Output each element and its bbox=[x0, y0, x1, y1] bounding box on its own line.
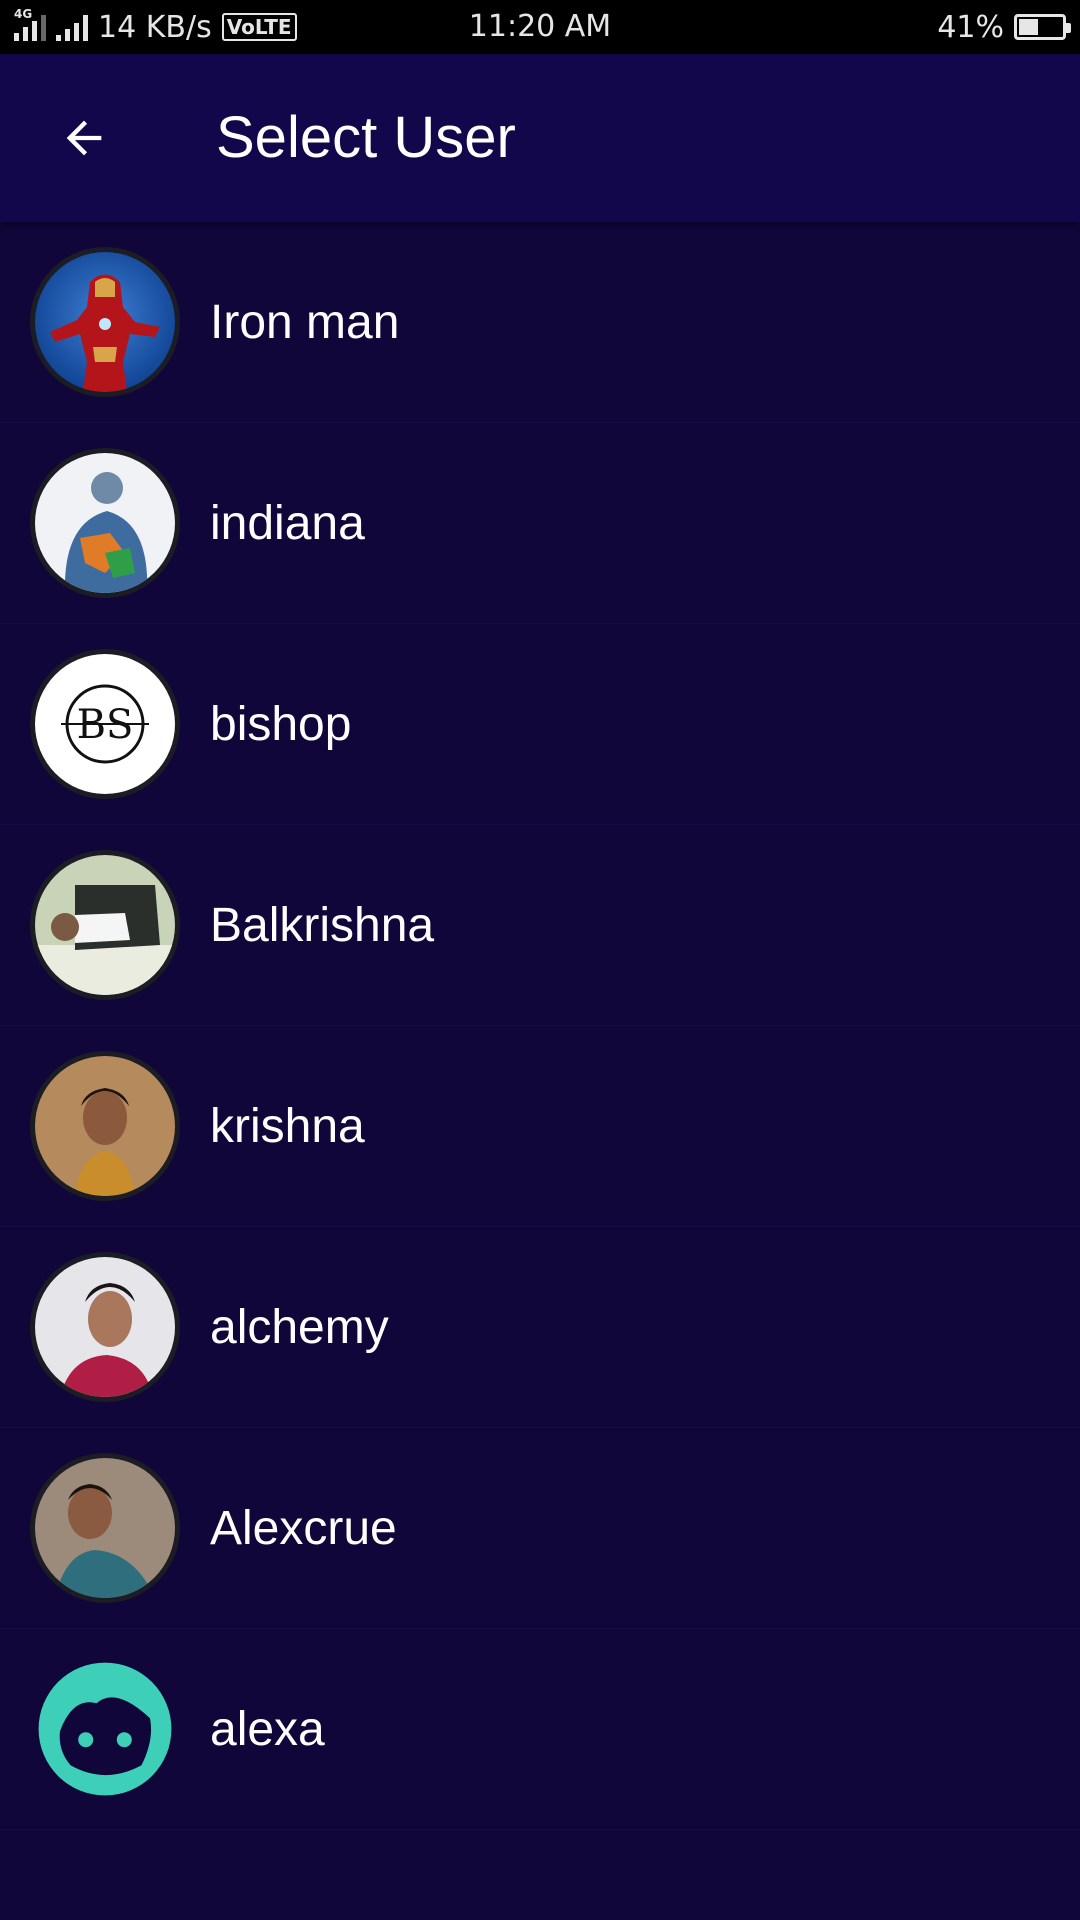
user-row-krishna[interactable]: krishna bbox=[0, 1026, 1080, 1227]
alexcrue-avatar-image bbox=[35, 1458, 175, 1598]
bishop-logo-text: BS bbox=[77, 702, 134, 748]
avatar bbox=[30, 1252, 180, 1402]
avatar bbox=[30, 1654, 180, 1804]
battery-fill bbox=[1019, 19, 1038, 35]
user-name: Balkrishna bbox=[210, 898, 435, 952]
iron-man-avatar-image bbox=[35, 252, 175, 392]
user-row-balkrishna[interactable]: Balkrishna bbox=[0, 825, 1080, 1026]
app-bar: Select User bbox=[0, 54, 1080, 222]
user-name: Iron man bbox=[210, 295, 400, 349]
avatar bbox=[30, 850, 180, 1000]
user-name: alchemy bbox=[210, 1300, 389, 1354]
indiana-avatar-image bbox=[35, 453, 175, 593]
status-time: 11:20 AM bbox=[468, 9, 612, 44]
user-name: alexa bbox=[210, 1702, 325, 1756]
bishop-logo-avatar-image: BS bbox=[35, 654, 175, 794]
user-name: bishop bbox=[210, 697, 352, 751]
user-name: krishna bbox=[210, 1099, 365, 1153]
avatar bbox=[30, 448, 180, 598]
user-row-alexcrue[interactable]: Alexcrue bbox=[0, 1428, 1080, 1629]
user-name: indiana bbox=[210, 496, 365, 550]
avatar: BS bbox=[30, 649, 180, 799]
krishna-avatar-image bbox=[35, 1056, 175, 1196]
user-row-indiana[interactable]: indiana bbox=[0, 423, 1080, 624]
avatar bbox=[30, 247, 180, 397]
user-row-alchemy[interactable]: alchemy bbox=[0, 1227, 1080, 1428]
battery-percent: 41% bbox=[937, 9, 1004, 45]
alchemy-avatar-image bbox=[35, 1257, 175, 1397]
arrow-left-icon bbox=[66, 120, 102, 156]
user-row-iron-man[interactable]: Iron man bbox=[0, 222, 1080, 423]
status-right: 41% bbox=[937, 0, 1071, 54]
battery-icon bbox=[1014, 14, 1071, 40]
status-bar: 4G 14 KB/s VoLTE 11:20 AM 41% bbox=[0, 0, 1080, 54]
avatar bbox=[30, 1051, 180, 1201]
balkrishna-avatar-image bbox=[35, 855, 175, 995]
default-avatar-icon bbox=[38, 1662, 172, 1796]
user-row-bishop[interactable]: BS bishop bbox=[0, 624, 1080, 825]
back-button[interactable] bbox=[44, 98, 124, 178]
user-row-alexa[interactable]: alexa bbox=[0, 1629, 1080, 1830]
user-name: Alexcrue bbox=[210, 1501, 397, 1555]
user-list: Iron man indiana BS bishop Balkrishna kr… bbox=[0, 222, 1080, 1830]
avatar bbox=[30, 1453, 180, 1603]
page-title: Select User bbox=[216, 105, 516, 170]
